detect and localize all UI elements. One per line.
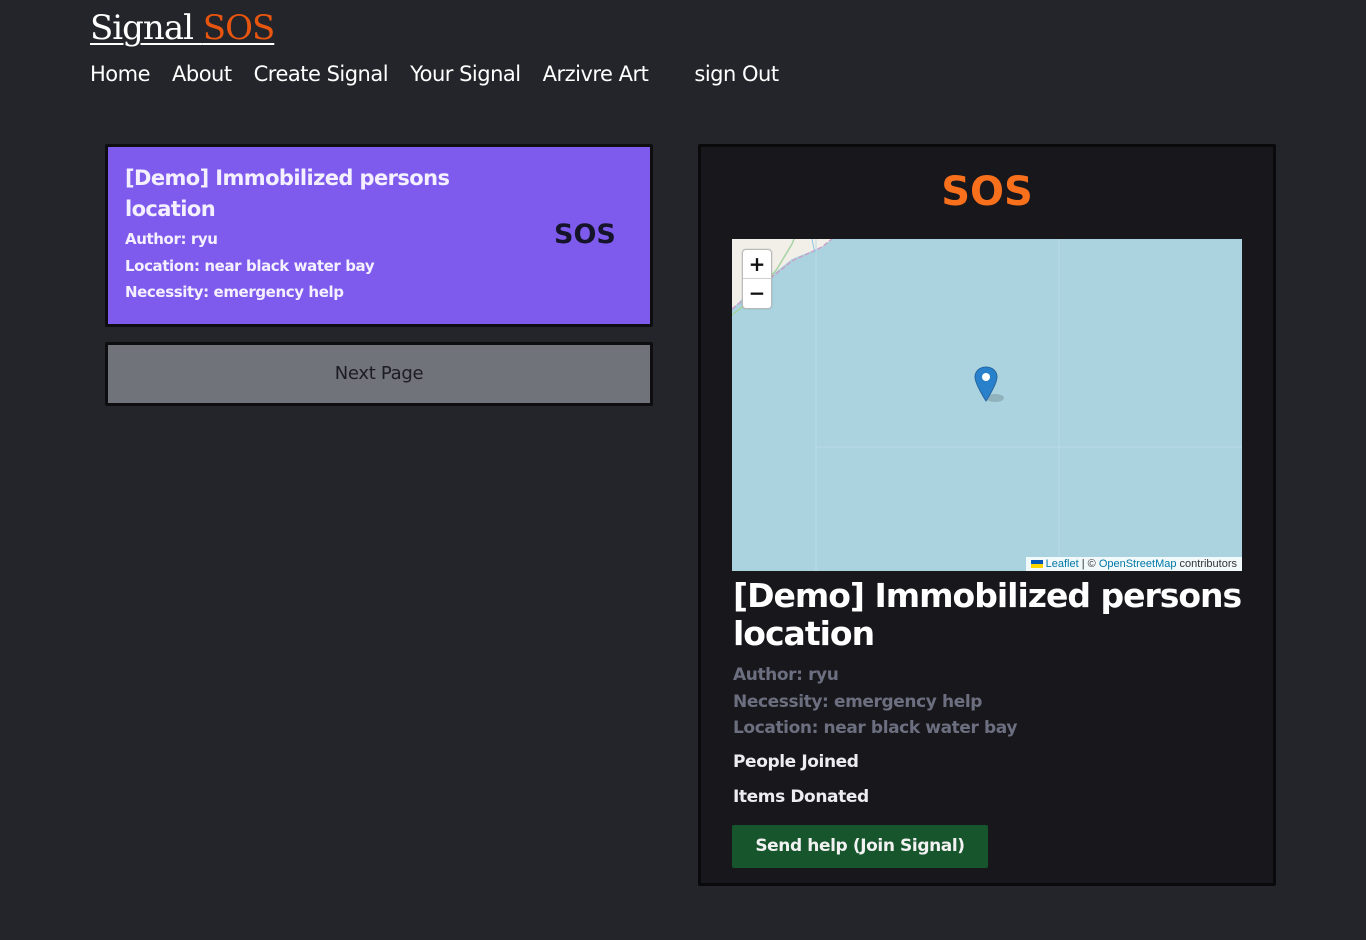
join-signal-button[interactable]: Send help (Join Signal) [732, 825, 988, 868]
nav-arzivre-art[interactable]: Arzivre Art [543, 62, 649, 86]
main-nav: Home About Create Signal Your Signal Arz… [90, 62, 801, 86]
map[interactable]: + − Leaflet | © OpenStreetMap contributo… [732, 239, 1242, 571]
detail-heading: SOS [941, 169, 1033, 215]
signal-detail-panel: SOS + − Leaflet | © OpenStreetMap contri… [698, 144, 1276, 886]
map-zoom-control: + − [742, 249, 772, 309]
attribution-separator: | © [1078, 558, 1099, 570]
detail-title: [Demo] Immobilized persons location [733, 576, 1242, 653]
leaflet-link[interactable]: Leaflet [1046, 558, 1079, 570]
next-page-button[interactable]: Next Page [105, 342, 653, 406]
nav-create-signal[interactable]: Create Signal [254, 62, 389, 86]
signal-card[interactable]: [Demo] Immobilized persons location Auth… [105, 144, 653, 327]
signal-card-necessity: Necessity: emergency help [125, 283, 344, 301]
items-donated-label: Items Donated [733, 787, 869, 807]
nav-sign-out[interactable]: sign Out [694, 62, 779, 86]
signal-card-badge: SOS [554, 219, 616, 250]
detail-author: Author: ryu [733, 665, 839, 685]
map-attribution: Leaflet | © OpenStreetMap contributors [1025, 557, 1242, 571]
detail-location: Location: near black water bay [733, 718, 1018, 738]
signal-card-location: Location: near black water bay [125, 257, 375, 275]
attribution-suffix: contributors [1176, 558, 1237, 570]
people-joined-label: People Joined [733, 752, 859, 772]
ukraine-flag-icon [1030, 560, 1043, 568]
brand-main: Signal [90, 8, 194, 48]
signal-card-title: [Demo] Immobilized persons location [125, 166, 450, 221]
nav-home[interactable]: Home [90, 62, 151, 86]
signal-card-author: Author: ryu [125, 230, 218, 248]
brand-accent: SOS [202, 8, 275, 48]
nav-about[interactable]: About [172, 62, 232, 86]
nav-your-signal[interactable]: Your Signal [410, 62, 521, 86]
detail-necessity: Necessity: emergency help [733, 692, 983, 712]
zoom-out-button[interactable]: − [743, 279, 771, 308]
zoom-in-button[interactable]: + [743, 250, 771, 279]
brand-logo[interactable]: Signal SOS [90, 8, 275, 48]
openstreetmap-link[interactable]: OpenStreetMap [1099, 558, 1177, 570]
map-marker-icon[interactable] [973, 365, 1013, 407]
